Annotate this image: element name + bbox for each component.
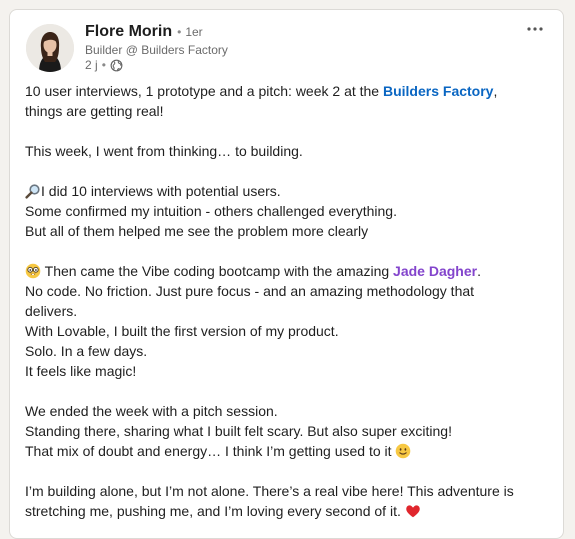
paragraph-2: This week, I went from thinking… to buil… xyxy=(25,141,545,161)
globe-icon xyxy=(110,59,123,71)
paragraph-4-line-3: delivers. xyxy=(25,303,78,319)
paragraph-6-line-1: I’m building alone, but I’m not alone. T… xyxy=(25,483,514,499)
paragraph-4-line-6: It feels like magic! xyxy=(25,363,137,379)
p4-line-1-text-before: Then came the Vibe coding bootcamp with … xyxy=(41,263,394,279)
post-card: Flore Morin • 1er Builder @ Builders Fac… xyxy=(9,9,564,539)
paragraph-3-line-1: I did 10 interviews with potential users… xyxy=(25,181,545,201)
p4-line-1-text-after: . xyxy=(477,263,481,279)
paragraph-3-line-3: But all of them helped me see the proble… xyxy=(25,223,369,239)
paragraph-1-line-1: 10 user interviews, 1 prototype and a pi… xyxy=(25,81,545,101)
author-name-row: Flore Morin • 1er xyxy=(85,23,203,41)
paragraph-3-line-2: Some confirmed my intuition - others cha… xyxy=(25,203,397,219)
p6-line-2-text: stretching me, pushing me, and I’m lovin… xyxy=(25,503,405,519)
post-time: 2 j xyxy=(85,58,98,72)
slightly-smiling-face-icon xyxy=(396,443,411,459)
profile-photo-icon xyxy=(26,24,74,72)
more-options-icon xyxy=(527,27,543,31)
p1-text-after: , xyxy=(493,83,498,99)
paragraph-3: I did 10 interviews with potential users… xyxy=(25,181,545,241)
post-header: Flore Morin • 1er Builder @ Builders Fac… xyxy=(10,10,563,80)
meta-separator: • xyxy=(101,58,106,72)
red-heart-icon xyxy=(406,505,420,518)
paragraph-5-line-1: We ended the week with a pitch session. xyxy=(25,403,278,419)
connection-degree: 1er xyxy=(185,25,203,39)
paragraph-4-line-2: No code. No friction. Just pure focus - … xyxy=(25,283,475,299)
paragraph-4-line-5: Solo. In a few days. xyxy=(25,343,148,359)
paragraph-6: I’m building alone, but I’m not alone. T… xyxy=(25,481,545,521)
name-separator: • xyxy=(177,25,182,39)
company-link-builders-factory[interactable]: Builders Factory xyxy=(383,83,493,99)
paragraph-6-line-2: stretching me, pushing me, and I’m lovin… xyxy=(25,501,545,521)
p5-line-3-text: That mix of doubt and energy… I think I’… xyxy=(25,443,396,459)
post-meta: 2 j • xyxy=(85,58,123,72)
paragraph-4-line-1: Then came the Vibe coding bootcamp with … xyxy=(25,261,545,281)
p1-text-before: 10 user interviews, 1 prototype and a pi… xyxy=(25,83,383,99)
paragraph-4-line-4: With Lovable, I built the first version … xyxy=(25,323,339,339)
paragraph-1: 10 user interviews, 1 prototype and a pi… xyxy=(25,81,545,121)
paragraph-5-line-2: Standing there, sharing what I built fel… xyxy=(25,423,452,439)
paragraph-5: We ended the week with a pitch session. … xyxy=(25,401,545,461)
paragraph-1-line-2: things are getting real! xyxy=(25,103,164,119)
avatar[interactable] xyxy=(26,24,74,72)
post-body: 10 user interviews, 1 prototype and a pi… xyxy=(25,81,545,538)
magnifier-icon xyxy=(25,184,40,199)
paragraph-5-line-3: That mix of doubt and energy… I think I’… xyxy=(25,441,545,461)
p3-line-1-text: I did 10 interviews with potential users… xyxy=(41,183,281,199)
person-link-jade-dagher[interactable]: Jade Dagher xyxy=(393,263,477,279)
author-headline: Builder @ Builders Factory xyxy=(85,43,228,57)
author-name[interactable]: Flore Morin xyxy=(85,23,172,41)
paragraph-2-line-1: This week, I went from thinking… to buil… xyxy=(25,143,303,159)
nerd-face-icon xyxy=(25,263,41,279)
paragraph-4: Then came the Vibe coding bootcamp with … xyxy=(25,261,545,381)
more-options-button[interactable] xyxy=(523,20,547,38)
